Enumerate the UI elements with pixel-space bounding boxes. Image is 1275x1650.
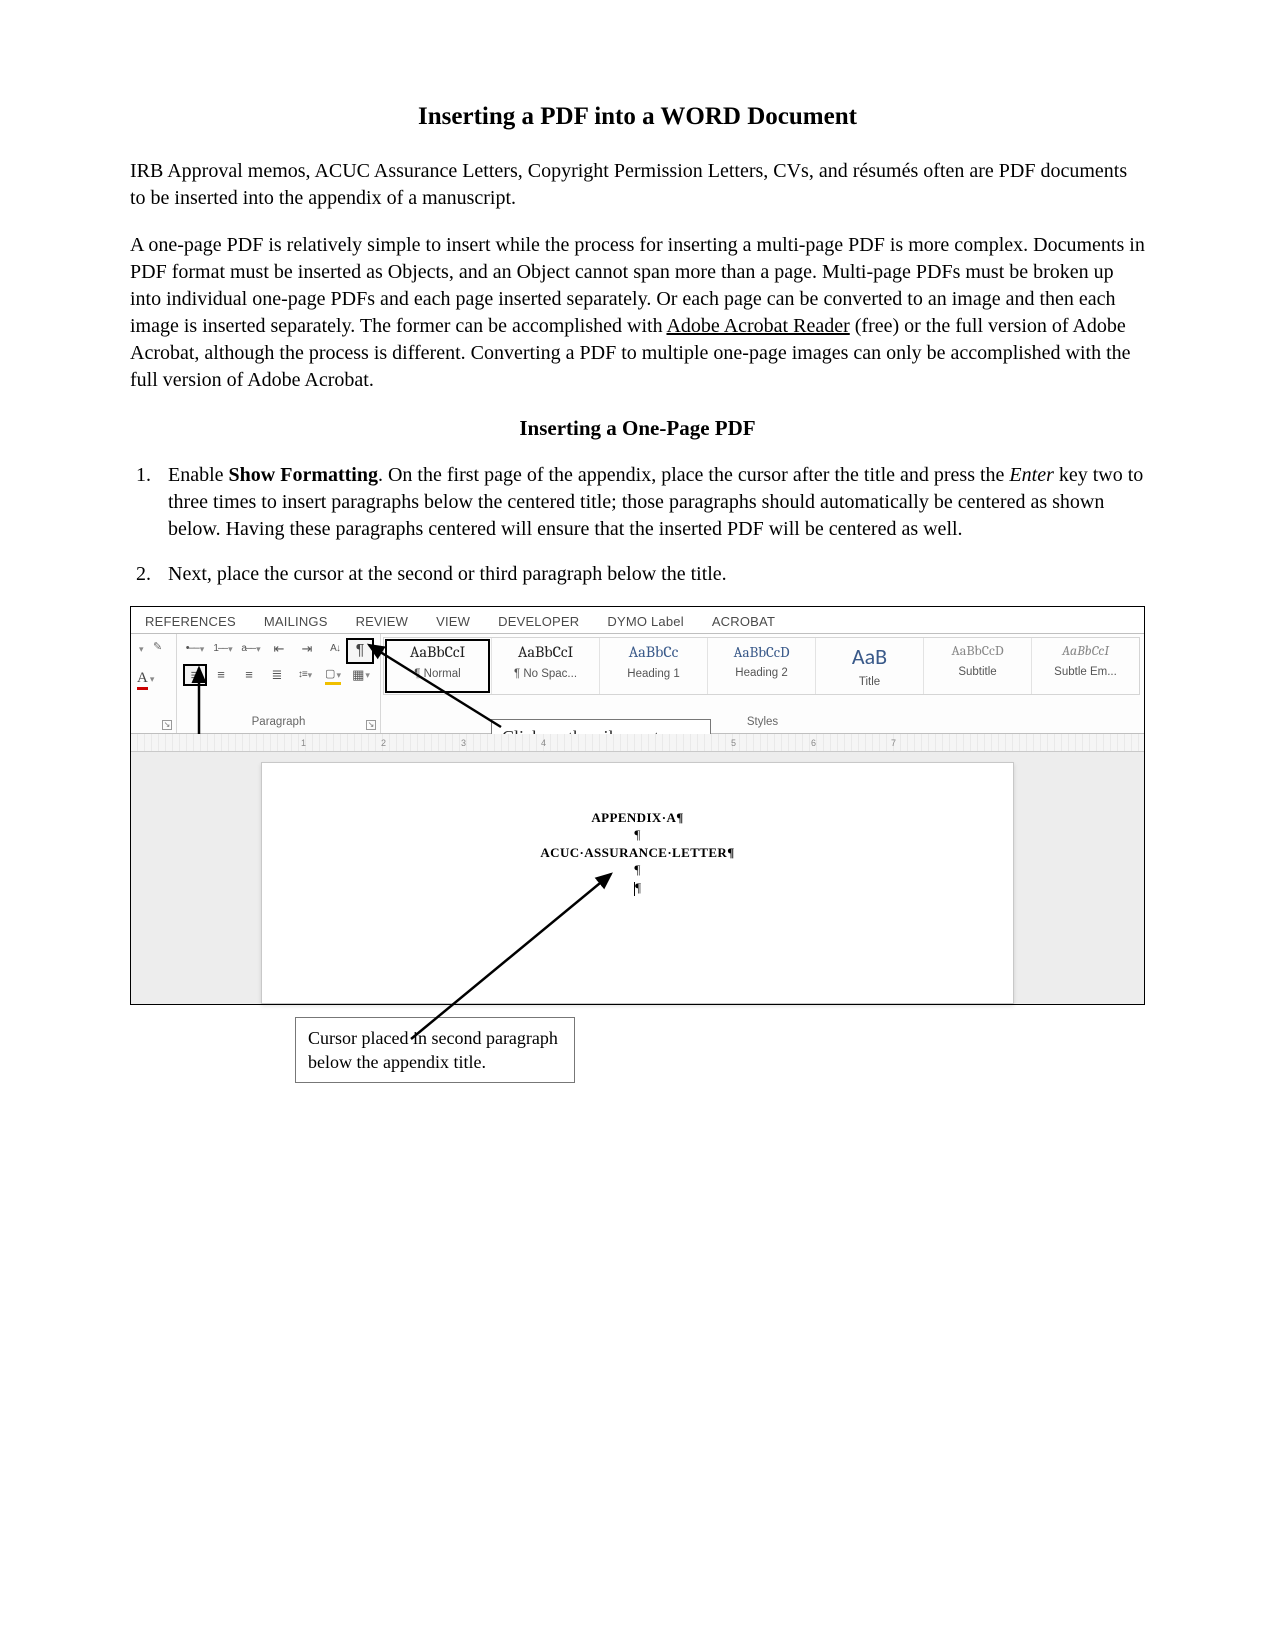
ruler-mark: 7 (891, 737, 896, 749)
format-painter-icon[interactable] (137, 642, 144, 657)
ribbon-group-styles: AaBbCcI Normal AaBbCcI ¶ No Spac... AaBb… (381, 634, 1144, 733)
appendix-title-line2: ACUC·ASSURANCE·LETTER¶ (262, 844, 1013, 862)
intro-paragraph-2: A one-page PDF is relatively simple to i… (130, 232, 1145, 394)
ruler-mark: 4 (541, 737, 546, 749)
pilcrow-mark: ¶ (635, 880, 641, 895)
align-left-button-highlighted[interactable] (183, 664, 207, 686)
tab-review[interactable]: REVIEW (356, 613, 408, 631)
style-no-spacing[interactable]: AaBbCcI ¶ No Spac... (491, 638, 599, 694)
style-heading2[interactable]: AaBbCcD Heading 2 (707, 638, 815, 694)
tab-developer[interactable]: DEVELOPER (498, 613, 579, 631)
ribbon-tabs: REFERENCES MAILINGS REVIEW VIEW DEVELOPE… (131, 607, 1144, 634)
numbering-icon[interactable] (213, 640, 233, 658)
style-name: Normal (384, 667, 491, 683)
pilcrow-mark: ¶ (262, 861, 1013, 879)
step-1: Enable Show Formatting. On the first pag… (156, 462, 1145, 543)
step1-bold: Show Formatting (229, 464, 378, 486)
style-name: Subtitle (924, 665, 1031, 681)
page-title: Inserting a PDF into a WORD Document (130, 100, 1145, 134)
show-formatting-button[interactable]: ¶ (346, 638, 374, 664)
bullets-icon[interactable] (185, 640, 205, 658)
style-subtitle[interactable]: AaBbCcD Subtitle (923, 638, 1031, 694)
align-center-icon[interactable] (211, 666, 231, 684)
clear-format-icon[interactable]: ✎ (153, 640, 162, 655)
style-name: ¶ No Spac... (492, 667, 599, 683)
paragraph-group-label: Paragraph (177, 715, 380, 731)
style-name: Heading 2 (708, 666, 815, 682)
style-name: Subtle Em... (1032, 665, 1139, 681)
step-2: Next, place the cursor at the second or … (156, 561, 1145, 588)
ruler-mark: 1 (301, 737, 306, 749)
step1-italic: Enter (1009, 464, 1053, 486)
style-name: Heading 1 (600, 667, 707, 683)
word-screenshot: REFERENCES MAILINGS REVIEW VIEW DEVELOPE… (130, 606, 1145, 1005)
callout-cursor: Cursor placed in second paragraph below … (295, 1017, 575, 1084)
style-preview: AaBbCcI (1062, 642, 1109, 659)
style-preview: AaBbCcD (734, 643, 790, 661)
style-subtle-emphasis[interactable]: AaBbCcI Subtle Em... (1031, 638, 1139, 694)
tab-mailings[interactable]: MAILINGS (264, 613, 328, 631)
multilevel-list-icon[interactable] (241, 640, 261, 658)
intro-paragraph-1: IRB Approval memos, ACUC Assurance Lette… (130, 158, 1145, 212)
document-area: 1 2 3 4 5 6 7 APPENDIX·A¶ ¶ ACUC·ASSURAN… (131, 734, 1144, 1004)
justify-icon[interactable] (267, 666, 287, 684)
ruler-mark: 6 (811, 737, 816, 749)
increase-indent-icon[interactable] (297, 640, 317, 658)
ribbon-group-font: ✎ A ↘ (131, 634, 177, 733)
step1-b: . On the first page of the appendix, pla… (378, 464, 1009, 486)
font-dialog-launcher[interactable]: ↘ (162, 720, 172, 730)
ribbon-group-paragraph: ¶ Paragraph ↘ (177, 634, 381, 733)
tab-acrobat[interactable]: ACROBAT (712, 613, 775, 631)
tab-dymo[interactable]: DYMO Label (607, 613, 683, 631)
step1-a: Enable (168, 464, 229, 486)
steps-list: Enable Show Formatting. On the first pag… (134, 462, 1145, 588)
ruler-mark: 2 (381, 737, 386, 749)
appendix-title-line1: APPENDIX·A¶ (262, 809, 1013, 827)
style-name: Title (816, 675, 923, 691)
styles-gallery[interactable]: AaBbCcI Normal AaBbCcI ¶ No Spac... AaBb… (383, 637, 1140, 695)
style-preview: AaBbCcI (410, 643, 465, 661)
adobe-reader-link[interactable]: Adobe Acrobat Reader (666, 315, 849, 337)
style-preview: AaBbCc (629, 643, 679, 661)
tab-references[interactable]: REFERENCES (145, 613, 236, 631)
ruler: 1 2 3 4 5 6 7 (131, 734, 1144, 752)
tab-view[interactable]: VIEW (436, 613, 470, 631)
borders-icon[interactable] (351, 666, 371, 684)
document-page[interactable]: APPENDIX·A¶ ¶ ACUC·ASSURANCE·LETTER¶ ¶ ¶ (261, 762, 1014, 1004)
style-preview: AaB (852, 643, 887, 670)
decrease-indent-icon[interactable] (269, 640, 289, 658)
style-normal[interactable]: AaBbCcI Normal (384, 638, 491, 694)
line-spacing-icon[interactable] (295, 666, 315, 684)
style-heading1[interactable]: AaBbCc Heading 1 (599, 638, 707, 694)
font-color-button[interactable]: A (137, 668, 154, 688)
section-subtitle: Inserting a One-Page PDF (130, 414, 1145, 442)
style-preview: AaBbCcD (951, 642, 1003, 659)
shading-icon[interactable] (323, 666, 343, 684)
style-preview: AaBbCcI (518, 643, 573, 661)
sort-icon[interactable] (325, 640, 345, 658)
pilcrow-mark: ¶ (262, 826, 1013, 844)
ruler-mark: 5 (731, 737, 736, 749)
paragraph-dialog-launcher[interactable]: ↘ (366, 720, 376, 730)
align-right-icon[interactable] (239, 666, 259, 684)
ruler-mark: 3 (461, 737, 466, 749)
cursor-line: ¶ (262, 879, 1013, 897)
style-title[interactable]: AaB Title (815, 638, 923, 694)
